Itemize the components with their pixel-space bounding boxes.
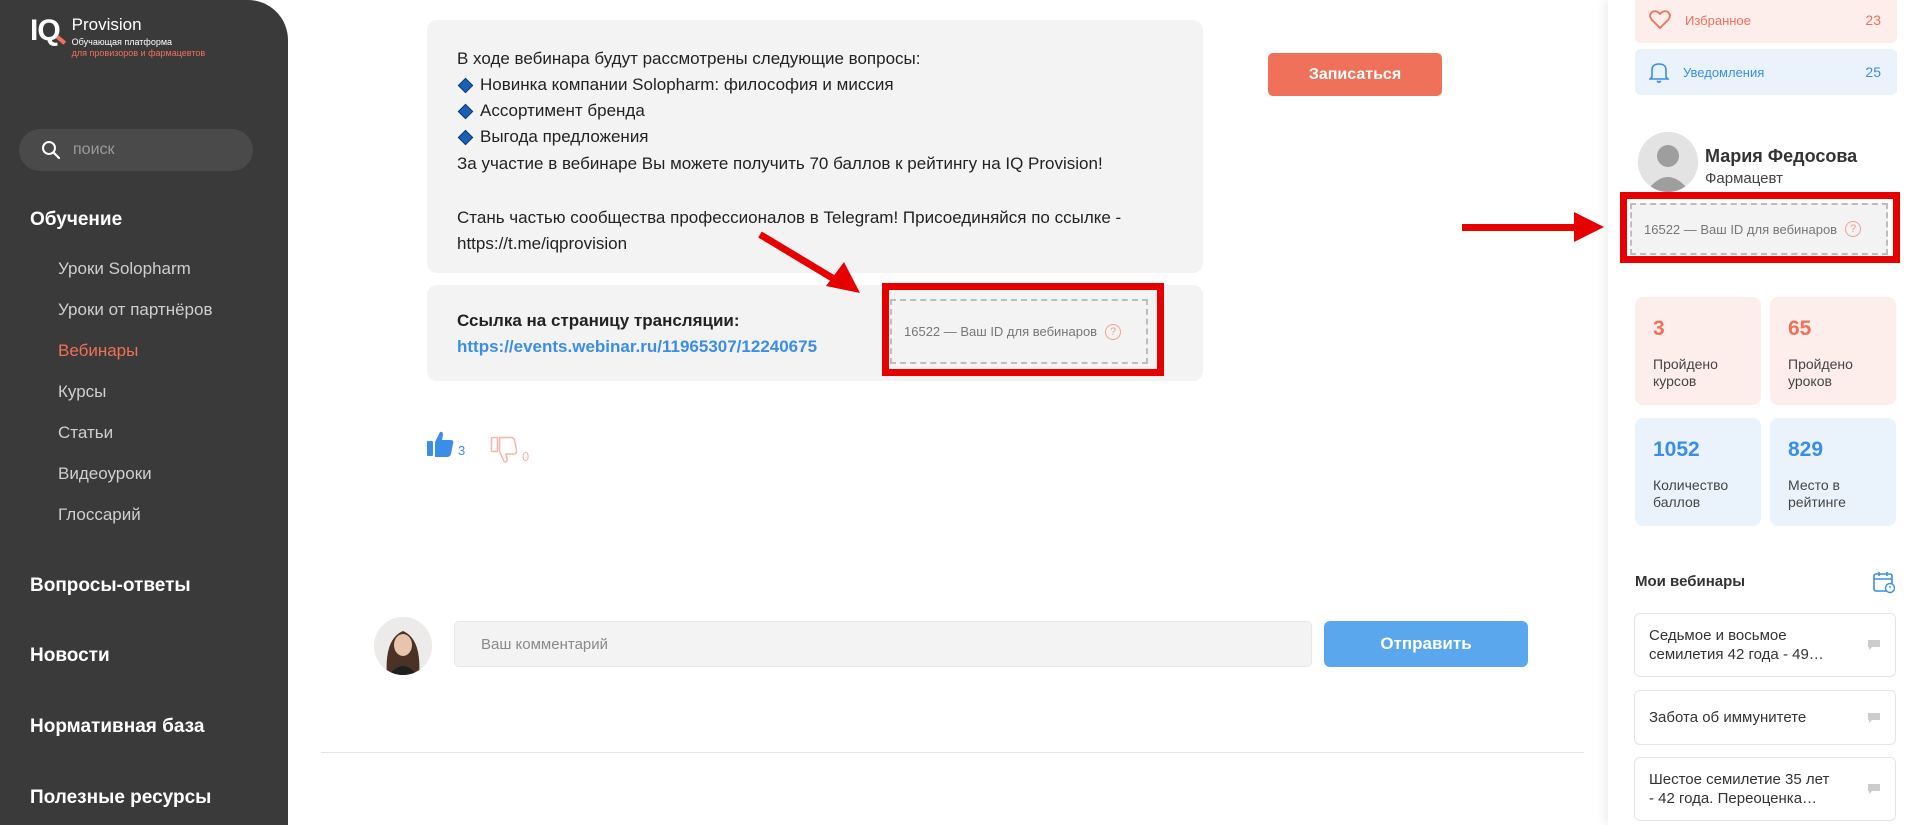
broadcast-label: Ссылка на страницу трансляции: xyxy=(457,311,740,330)
stat-value: 829 xyxy=(1788,438,1824,461)
my-webinar-item[interactable]: Седьмое и восьмое семилетия 42 года - 49… xyxy=(1634,613,1896,677)
stat-rating-place: 829 Место в рейтинге xyxy=(1770,418,1896,526)
my-webinars-title: Мои вебинары xyxy=(1635,573,1746,590)
profile-name: Мария Федосова xyxy=(1705,146,1858,166)
nav-item-articles[interactable]: Статьи xyxy=(58,423,113,443)
stat-courses-completed: 3 Пройдено курсов xyxy=(1635,297,1761,405)
nav-section-regulatory[interactable]: Нормативная база xyxy=(30,716,204,738)
annotation-arrow-head xyxy=(826,262,860,293)
divider xyxy=(321,752,1584,753)
comment-input[interactable] xyxy=(454,621,1312,667)
page: IQ Provision Обучающая платформа для про… xyxy=(0,0,1911,825)
like-button[interactable]: 3 xyxy=(426,430,465,458)
thumbs-up-icon xyxy=(427,431,454,457)
stat-value: 1052 xyxy=(1653,438,1700,461)
notifications-label: Уведомления xyxy=(1683,64,1765,80)
favorites-count: 23 xyxy=(1865,12,1881,28)
telegram-link[interactable]: https://t.me/iqprovision xyxy=(457,234,627,254)
notifications-count: 25 xyxy=(1865,64,1881,80)
stat-label: Пройдено уроков xyxy=(1788,356,1853,389)
dislike-button[interactable]: 0 xyxy=(490,436,529,464)
like-count: 3 xyxy=(458,443,466,458)
nav-item-solopharm-lessons[interactable]: Уроки Solopharm xyxy=(58,259,191,279)
thumbs-down-icon xyxy=(490,436,518,463)
stat-lessons-completed: 65 Пройдено уроков xyxy=(1770,297,1896,405)
description-points: За участие в вебинаре Вы можете получить… xyxy=(457,154,1103,173)
annotation-frame xyxy=(1620,192,1900,263)
send-comment-button[interactable]: Отправить xyxy=(1324,621,1528,667)
search-icon xyxy=(42,141,61,160)
description-bullet: Новинка компании Solopharm: философия и … xyxy=(457,75,894,95)
logo-name: Provision xyxy=(71,15,142,34)
nav-section-resources[interactable]: Полезные ресурсы xyxy=(30,787,211,809)
diamond-bullet-icon xyxy=(457,129,474,145)
profile-role: Фармацевт xyxy=(1705,170,1784,187)
broadcast-link[interactable]: https://events.webinar.ru/11965307/12240… xyxy=(457,337,817,357)
logo-tagline-accent: для провизоров и фармацевтов xyxy=(71,48,206,58)
description-telegram: Стань частью сообщества профессионалов в… xyxy=(457,208,1122,227)
nav-section-news[interactable]: Новости xyxy=(30,645,110,667)
description-bullet: Выгода предложения xyxy=(457,127,649,147)
stat-label: Место в рейтинге xyxy=(1788,477,1846,510)
favorites-label: Избранное xyxy=(1685,12,1751,28)
annotation-arrow-line xyxy=(1462,224,1580,231)
stat-label: Пройдено курсов xyxy=(1653,356,1718,389)
notifications-row[interactable]: Уведомления 25 xyxy=(1635,49,1897,95)
my-webinar-item[interactable]: Шестое семилетие 35 лет - 42 года. Переоц… xyxy=(1634,757,1896,821)
annotation-arrow-head xyxy=(1574,212,1604,242)
signup-button[interactable]: Записаться xyxy=(1268,53,1442,96)
dislike-count: 0 xyxy=(522,449,530,464)
stat-value: 3 xyxy=(1653,317,1665,340)
logo[interactable]: IQ Provision Обучающая платформа для про… xyxy=(30,16,205,59)
heart-icon xyxy=(1649,10,1671,30)
calendar-icon[interactable] xyxy=(1872,570,1896,594)
nav-item-courses[interactable]: Курсы xyxy=(58,382,106,402)
favorites-row[interactable]: Избранное 23 xyxy=(1635,0,1897,43)
diamond-bullet-icon xyxy=(457,77,474,93)
nav-section-qa[interactable]: Вопросы-ответы xyxy=(30,575,191,597)
nav-item-video-lessons[interactable]: Видеоуроки xyxy=(58,464,152,484)
stat-value: 65 xyxy=(1788,317,1812,340)
nav-section-learning[interactable]: Обучение xyxy=(30,209,122,231)
bell-icon xyxy=(1649,63,1669,83)
annotation-frame xyxy=(882,283,1164,376)
nav-item-glossary[interactable]: Глоссарий xyxy=(58,505,141,525)
search-input[interactable]: поиск xyxy=(19,129,253,171)
nav-item-partner-lessons[interactable]: Уроки от партнёров xyxy=(58,300,213,320)
webinar-description-card: В ходе вебинара будут рассмотрены следую… xyxy=(427,20,1203,273)
stat-label: Количество баллов xyxy=(1653,477,1729,510)
profile-avatar[interactable] xyxy=(1638,132,1698,192)
logo-mark: IQ xyxy=(30,16,67,46)
nav-item-webinars[interactable]: Вебинары xyxy=(58,341,138,361)
description-bullet: Ассортимент бренда xyxy=(457,101,645,121)
search-placeholder: поиск xyxy=(73,141,115,158)
logo-tagline: Обучающая платформа xyxy=(71,37,173,47)
chat-icon xyxy=(1868,784,1880,794)
stat-points: 1052 Количество баллов xyxy=(1635,418,1761,526)
chat-icon xyxy=(1868,640,1880,650)
profile-panel: Избранное 23 Уведомления 25 Мария Федосо… xyxy=(1608,0,1911,825)
diamond-bullet-icon xyxy=(457,103,474,119)
user-avatar xyxy=(374,617,432,675)
description-intro: В ходе вебинара будут рассмотрены следую… xyxy=(457,49,921,68)
sidebar: IQ Provision Обучающая платформа для про… xyxy=(0,0,288,825)
my-webinar-item[interactable]: Забота об иммунитете xyxy=(1634,690,1896,745)
chat-icon xyxy=(1868,712,1880,723)
